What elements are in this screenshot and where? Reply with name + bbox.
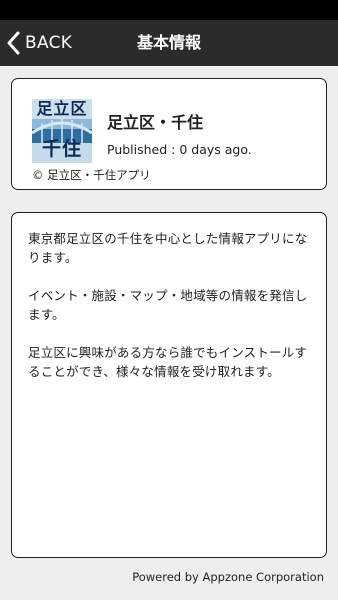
app-icon: 足立区 千住	[32, 99, 92, 163]
navigation-bar: BACK 基本情報	[0, 20, 338, 66]
app-name: 足立区・千住	[107, 113, 204, 132]
description-paragraph: 足立区に興味がある方なら誰でもインストールすることができ、様々な情報を受け取れま…	[28, 345, 308, 379]
description-paragraph: イベント・施設・マップ・地域等の情報を発信します。	[28, 288, 308, 322]
description-card: 東京都足立区の千住を中心とした情報アプリになります。 イベント・施設・マップ・地…	[11, 212, 327, 558]
footer-powered-by: Powered by Appzone Corporation	[132, 570, 324, 584]
description-paragraph: 東京都足立区の千住を中心とした情報アプリになります。	[28, 231, 308, 265]
back-button[interactable]: BACK	[6, 20, 72, 66]
published-date: Published : 0 days ago.	[107, 142, 252, 157]
back-label: BACK	[25, 33, 73, 53]
icon-label-top: 足立区	[32, 99, 92, 119]
chevron-left-icon	[6, 31, 20, 55]
icon-label-bottom: 千住	[41, 138, 82, 160]
copyright-text: © 足立区・千住アプリ	[32, 168, 151, 182]
app-info-card: 足立区 千住 足立区・千住 Published : 0 days ago. © …	[11, 78, 327, 190]
status-bar	[0, 0, 338, 20]
